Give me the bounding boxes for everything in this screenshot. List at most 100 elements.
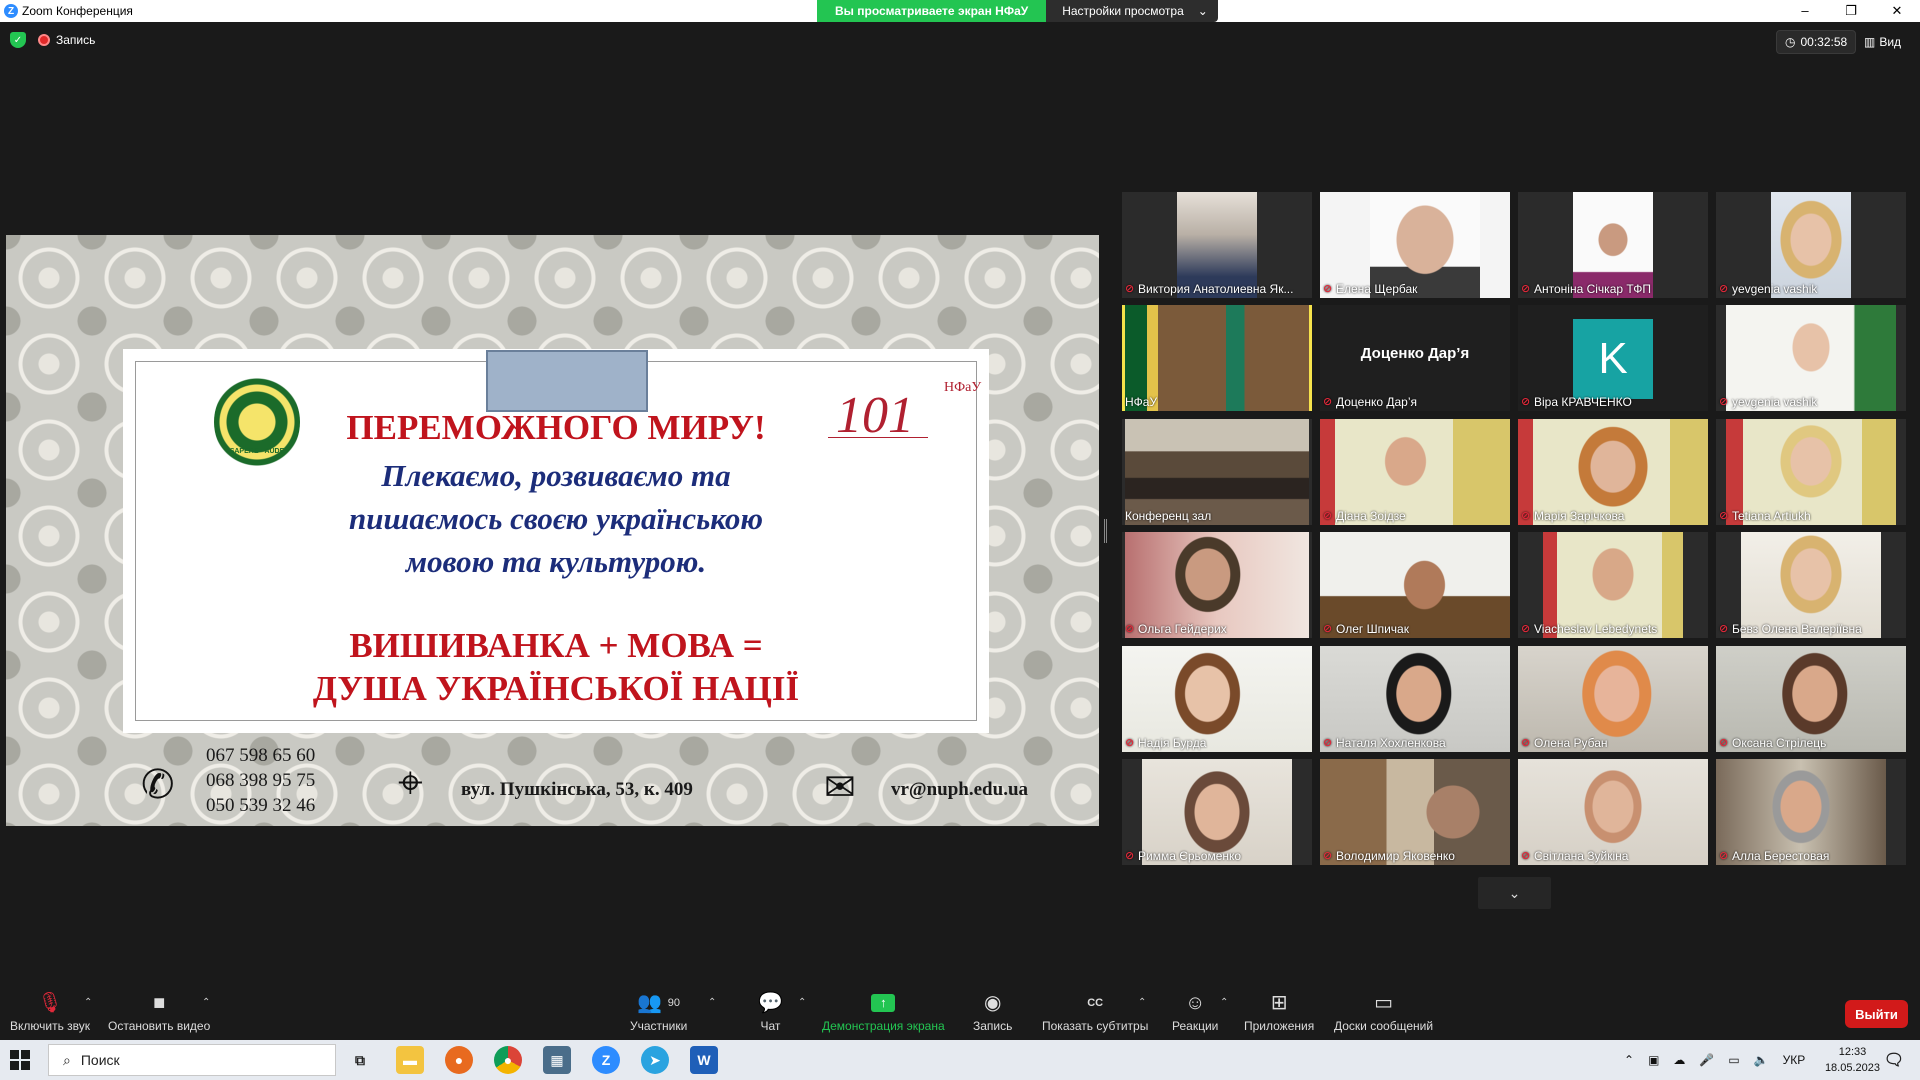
- firefox-icon[interactable]: ●: [445, 1046, 473, 1074]
- participant-tile-active[interactable]: НФаУ: [1122, 305, 1312, 411]
- participant-tile[interactable]: Конференц зал: [1122, 419, 1312, 525]
- recording-indicator[interactable]: Запись: [38, 33, 95, 47]
- location-pin-icon: ⌖: [398, 758, 423, 807]
- leave-button[interactable]: Выйти: [1845, 1000, 1908, 1028]
- view-button[interactable]: ▥ Вид: [1864, 30, 1901, 54]
- minimize-button[interactable]: –: [1782, 0, 1828, 22]
- apps-button[interactable]: ⊞ Приложения: [1244, 991, 1314, 1033]
- participant-name: yevgenia vashik: [1732, 282, 1818, 296]
- windows-start-icon[interactable]: [10, 1050, 30, 1070]
- avatar: K: [1573, 319, 1653, 399]
- participant-tile[interactable]: ⊘ Надія Бурда: [1122, 646, 1312, 752]
- volume-icon[interactable]: 🔈: [1754, 1053, 1769, 1067]
- record-dot-icon: [38, 34, 50, 46]
- mic-muted-icon: ⊘: [1323, 737, 1333, 749]
- unmute-button[interactable]: 🎙 Включить звук: [10, 991, 90, 1033]
- audio-options-caret[interactable]: ⌃: [84, 997, 92, 1008]
- participant-name: Алла Берестовая: [1732, 849, 1830, 863]
- record-icon: ◉: [983, 992, 1002, 1014]
- participants-options-caret[interactable]: ⌃: [708, 997, 716, 1008]
- clock-time: 12:33: [1838, 1046, 1867, 1058]
- timer-value: 00:32:58: [1800, 35, 1848, 49]
- participant-tile[interactable]: ⊘ Бевз Олена Валеріївна: [1716, 532, 1906, 638]
- mic-muted-icon: ⊘: [1719, 623, 1729, 635]
- reactions-options-caret[interactable]: ⌃: [1220, 997, 1228, 1008]
- chat-options-caret[interactable]: ⌃: [798, 997, 806, 1008]
- whiteboards-button[interactable]: ▭ Доски сообщений: [1334, 991, 1433, 1033]
- stop-video-button[interactable]: ■ Остановить видео: [108, 991, 210, 1033]
- participant-tile[interactable]: ⊘ Алла Берестовая: [1716, 759, 1906, 865]
- video-options-caret[interactable]: ⌃: [202, 997, 210, 1008]
- participant-tile[interactable]: Доценко Дар’я ⊘ Доценко Дар’я: [1320, 305, 1510, 411]
- taskbar-clock[interactable]: 12:33 18.05.2023: [1825, 1044, 1880, 1076]
- participant-tile[interactable]: ⊘ Діана Зоідзе: [1320, 419, 1510, 525]
- mic-muted-icon: ⊘: [1125, 623, 1135, 635]
- system-tray: ⌃ ▣ ☁ 🎤 ▭ 🔈 УКР: [1624, 1040, 1805, 1080]
- file-explorer-icon[interactable]: ▬: [396, 1046, 424, 1074]
- mic-muted-icon: ⊘: [1521, 850, 1531, 862]
- record-button[interactable]: ◉ Запись: [973, 991, 1012, 1033]
- chat-bubble-icon: 💬: [758, 992, 783, 1014]
- participant-name: Наталя Хохленкова: [1336, 736, 1446, 750]
- gallery-next-page-button[interactable]: ⌄: [1478, 877, 1551, 909]
- security-shield-icon[interactable]: ✓: [10, 32, 26, 48]
- participant-tile[interactable]: ⊘ Елена Щербак: [1320, 192, 1510, 298]
- participant-tile[interactable]: K ⊘ Віра КРАВЧЕНКО: [1518, 305, 1708, 411]
- windows-taskbar: ⌕ Поиск ⧉ ▬ ● ● ▦ Z ➤ W ⌃ ▣ ☁ 🎤 ▭ 🔈 УКР …: [0, 1040, 1920, 1080]
- view-settings-button[interactable]: Настройки просмотра ⌄: [1046, 0, 1218, 22]
- taskbar-search[interactable]: ⌕ Поиск: [48, 1044, 336, 1076]
- tray-app-icon[interactable]: ▣: [1648, 1053, 1659, 1067]
- participant-tile[interactable]: ⊘ Tetiana Artiukh: [1716, 419, 1906, 525]
- language-indicator[interactable]: УКР: [1783, 1053, 1806, 1067]
- participant-tile[interactable]: ⊘ Марія Зарічкова: [1518, 419, 1708, 525]
- chat-button[interactable]: 💬 Чат: [758, 991, 783, 1033]
- word-icon[interactable]: W: [690, 1046, 718, 1074]
- slide-contacts: ✆ 067 598 65 60 068 398 95 75 050 539 32…: [6, 735, 1099, 826]
- participants-count: 90: [667, 997, 681, 1009]
- participant-tile[interactable]: ⊘ Наталя Хохленкова: [1320, 646, 1510, 752]
- participant-tile[interactable]: ⊘ Ольга Гейдерих: [1122, 532, 1312, 638]
- onedrive-icon[interactable]: ☁: [1673, 1053, 1685, 1067]
- reactions-button[interactable]: ☺ Реакции: [1172, 991, 1218, 1033]
- participant-name: Світлана Зуйкіна: [1534, 849, 1629, 863]
- task-view-icon[interactable]: ⧉: [346, 1046, 374, 1074]
- splitter-handle[interactable]: [1104, 519, 1107, 543]
- participant-name: Конференц зал: [1125, 509, 1212, 523]
- participant-tile[interactable]: ⊘ yevgenia vashik: [1716, 305, 1906, 411]
- tray-expand-icon[interactable]: ⌃: [1624, 1053, 1634, 1067]
- zoom-app-icon[interactable]: Z: [592, 1046, 620, 1074]
- captions-button[interactable]: CC Показать субтитры: [1042, 991, 1148, 1033]
- network-icon[interactable]: ▭: [1728, 1053, 1739, 1067]
- participants-label: Участники: [630, 1019, 688, 1033]
- captions-options-caret[interactable]: ⌃: [1138, 997, 1146, 1008]
- participant-tile[interactable]: ⊘ Римма Єрьоменко: [1122, 759, 1312, 865]
- phone-icon: ✆: [141, 762, 175, 807]
- telegram-icon[interactable]: ➤: [641, 1046, 669, 1074]
- share-screen-button[interactable]: ↑ Демонстрация экрана: [822, 991, 945, 1033]
- participant-tile[interactable]: ⊘ Антоніна Січкар ТФП: [1518, 192, 1708, 298]
- calculator-icon[interactable]: ▦: [543, 1046, 571, 1074]
- notifications-icon[interactable]: 🗨: [1880, 1046, 1908, 1074]
- restore-button[interactable]: ❐: [1828, 0, 1874, 22]
- participant-tile[interactable]: ⊘ Виктория Анатолиевна Як...: [1122, 192, 1312, 298]
- slide-motto-2: ДУША УКРАЇНСЬКОЇ НАЦІЇ: [312, 669, 800, 708]
- close-button[interactable]: ✕: [1874, 0, 1920, 22]
- participant-name: Надія Бурда: [1138, 736, 1207, 750]
- logo-letters: НФаУ: [944, 380, 982, 395]
- microphone-icon[interactable]: 🎤: [1699, 1053, 1714, 1067]
- participant-tile[interactable]: ⊘ Оксана Стрілець: [1716, 646, 1906, 752]
- participant-name: Антоніна Січкар ТФП: [1534, 282, 1652, 296]
- participant-tile[interactable]: ⊘ Viacheslav Lebedynets: [1518, 532, 1708, 638]
- participant-tile[interactable]: ⊘ Олег Шпичак: [1320, 532, 1510, 638]
- participant-tile[interactable]: ⊘ Олена Рубан: [1518, 646, 1708, 752]
- chrome-icon[interactable]: ●: [494, 1046, 522, 1074]
- record-label: Запись: [973, 1019, 1013, 1033]
- participant-tile[interactable]: ⊘ Володимир Яковенко: [1320, 759, 1510, 865]
- participant-name: Діана Зоідзе: [1336, 509, 1406, 523]
- mic-muted-icon: ⊘: [1323, 850, 1333, 862]
- participant-name: Володимир Яковенко: [1336, 849, 1455, 863]
- participants-button[interactable]: 👥 90 Участники: [630, 991, 687, 1033]
- participant-tile[interactable]: ⊘ yevgenia vashik: [1716, 192, 1906, 298]
- slide-motto-1: ВИШИВАНКА + МОВА =: [349, 626, 763, 665]
- participant-tile[interactable]: ⊘ Світлана Зуйкіна: [1518, 759, 1708, 865]
